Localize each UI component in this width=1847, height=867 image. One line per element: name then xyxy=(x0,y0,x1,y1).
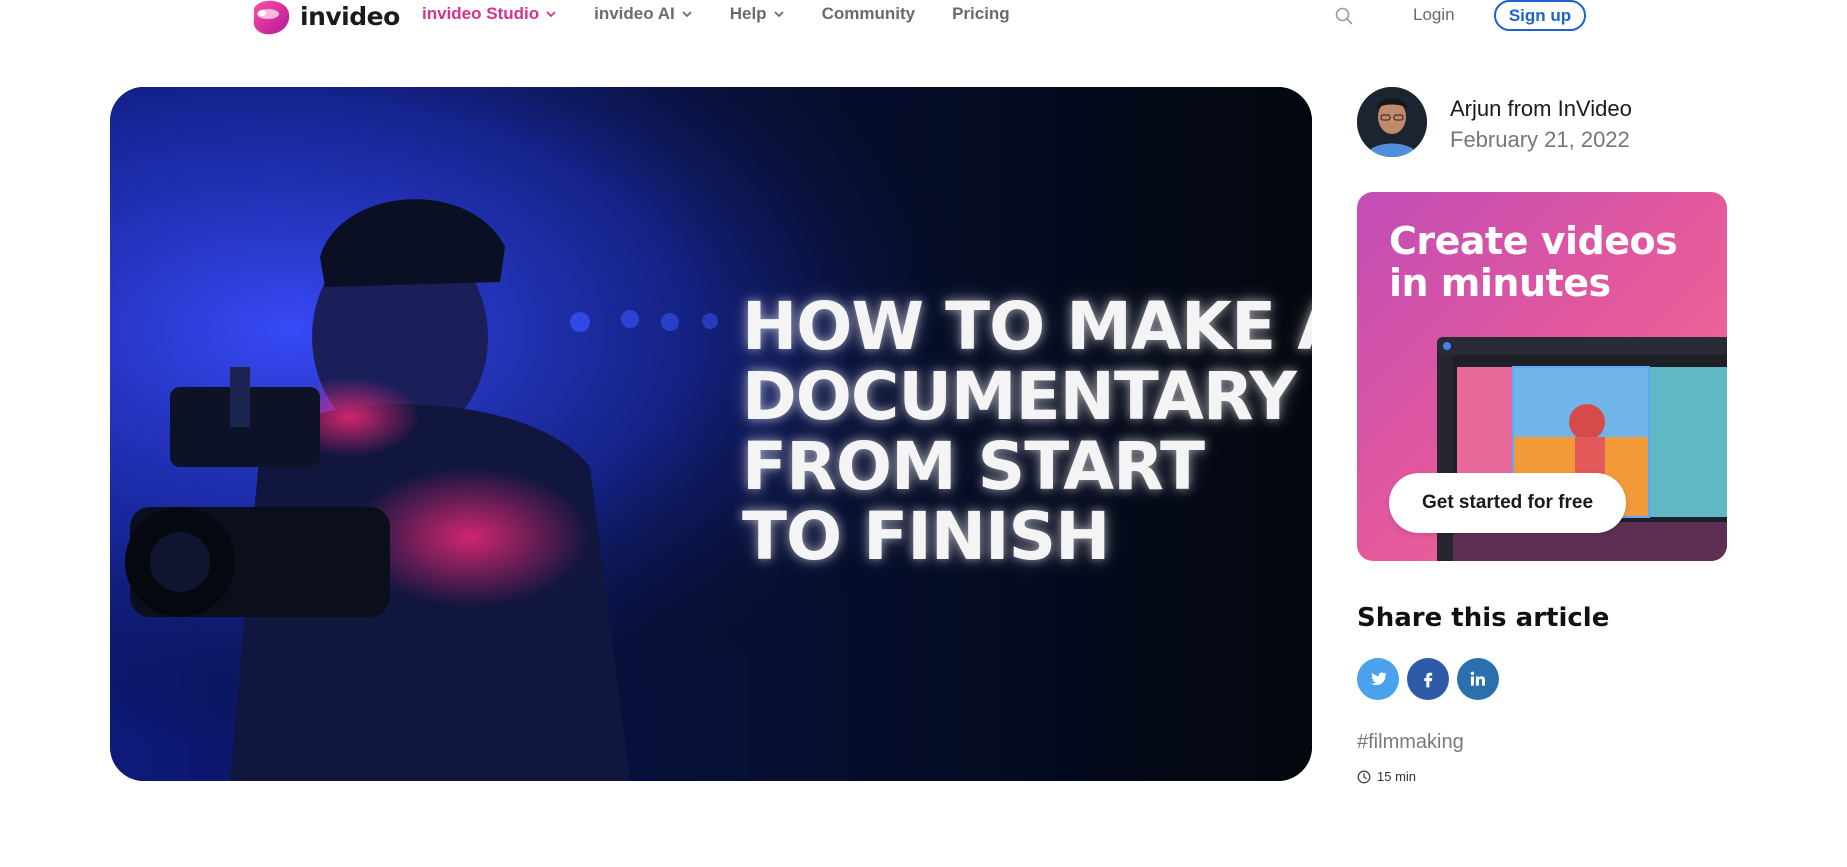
linkedin-icon xyxy=(1470,671,1485,686)
clock-icon xyxy=(1357,770,1371,783)
hero-title-line: FROM START xyxy=(742,428,1205,505)
logo-text: invideo xyxy=(300,1,400,31)
hero-title-text: HOW TO MAKE A DOCUMENTARY FROM START TO … xyxy=(742,292,1312,572)
nav-label: invideo AI xyxy=(594,4,675,23)
nav-pricing[interactable]: Pricing xyxy=(952,4,1010,24)
nav-community[interactable]: Community xyxy=(822,4,916,24)
login-link[interactable]: Login xyxy=(1413,5,1455,25)
chevron-down-icon xyxy=(773,11,784,18)
author-avatar xyxy=(1357,87,1427,157)
article-hero-image: HOW TO MAKE A DOCUMENTARY FROM START TO … xyxy=(110,87,1312,781)
invideo-logo[interactable]: invideo xyxy=(248,0,400,36)
nav-label: Help xyxy=(729,4,767,23)
hero-title-line: TO FINISH xyxy=(742,498,1110,575)
search-button[interactable] xyxy=(1334,6,1354,26)
nav-invideo-studio[interactable]: invideo Studio xyxy=(422,4,557,24)
chevron-down-icon xyxy=(682,11,692,18)
hero-title-line: DOCUMENTARY xyxy=(742,358,1297,435)
promo-card[interactable]: Create videos in minutes Get started for… xyxy=(1357,192,1727,561)
invideo-logo-icon xyxy=(248,0,292,36)
twitter-icon xyxy=(1371,672,1388,686)
share-twitter-button[interactable] xyxy=(1357,658,1399,700)
hero-title-line: HOW TO MAKE A xyxy=(742,288,1312,365)
share-heading: Share this article xyxy=(1357,603,1610,633)
get-started-button[interactable]: Get started for free xyxy=(1389,473,1626,533)
nav-help[interactable]: Help xyxy=(730,4,785,24)
share-buttons xyxy=(1357,658,1499,700)
nav-invideo-ai[interactable]: invideo AI xyxy=(594,4,693,24)
chevron-down-icon xyxy=(546,11,556,18)
nav-label: Community xyxy=(821,4,916,23)
signup-button[interactable]: Sign up xyxy=(1494,0,1586,31)
nav-label: invideo Studio xyxy=(422,4,540,23)
nav-label: Pricing xyxy=(952,4,1010,23)
author-name[interactable]: Arjun from InVideo xyxy=(1450,96,1632,122)
share-facebook-button[interactable] xyxy=(1407,658,1449,700)
top-navigation: invideo invideo Studio invideo AI Help C… xyxy=(0,0,1847,44)
read-time: 15 min xyxy=(1357,769,1416,784)
search-icon xyxy=(1335,7,1353,25)
publish-date: February 21, 2022 xyxy=(1450,127,1630,152)
main-nav: invideo Studio invideo AI Help Community… xyxy=(422,4,1047,24)
article-tag[interactable]: #filmmaking xyxy=(1357,731,1464,754)
read-time-label: 15 min xyxy=(1377,769,1417,784)
share-linkedin-button[interactable] xyxy=(1457,658,1499,700)
promo-title: Create videos in minutes xyxy=(1389,219,1678,305)
facebook-icon xyxy=(1424,672,1433,688)
